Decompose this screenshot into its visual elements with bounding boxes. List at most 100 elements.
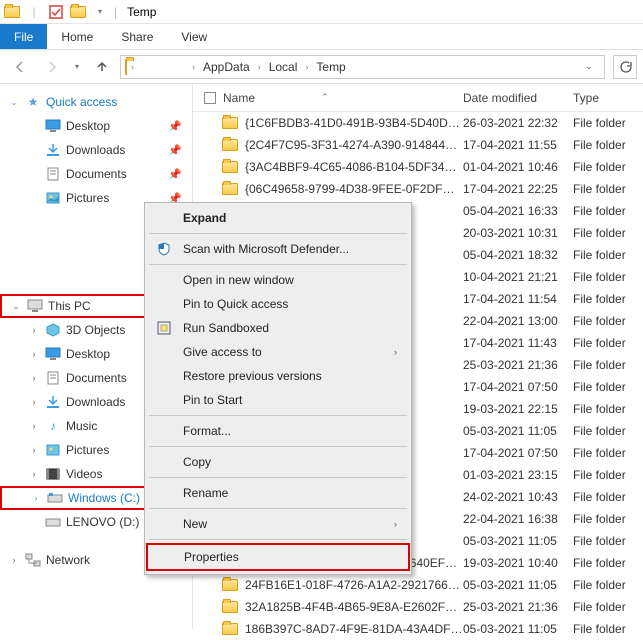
file-type: File folder	[573, 446, 643, 460]
chevron-right-icon[interactable]: ›	[28, 373, 40, 383]
window-title: Temp	[127, 5, 156, 19]
chevron-right-icon[interactable]: ›	[258, 62, 261, 72]
breadcrumb-appdata[interactable]: AppData	[199, 60, 254, 74]
select-all-checkbox[interactable]	[199, 92, 221, 104]
file-date: 24-02-2021 10:43	[463, 490, 573, 504]
ctx-open-new-window[interactable]: Open in new window	[147, 268, 409, 292]
file-date: 25-03-2021 21:36	[463, 358, 573, 372]
column-headers: Name⌃ Date modified Type	[193, 84, 643, 112]
ctx-label: Open in new window	[183, 273, 294, 287]
file-date: 05-04-2021 18:32	[463, 248, 573, 262]
nav-quick-access[interactable]: ⌄ ★ Quick access	[0, 90, 192, 114]
file-date: 25-03-2021 21:36	[463, 600, 573, 614]
chevron-right-icon[interactable]: ›	[30, 493, 42, 503]
ctx-scan-defender[interactable]: Scan with Microsoft Defender...	[147, 237, 409, 261]
file-type: File folder	[573, 622, 643, 636]
chevron-right-icon[interactable]: ›	[28, 421, 40, 431]
file-row[interactable]: {06C49658-9799-4D38-9FEE-0F2DFC0B...17-0…	[193, 178, 643, 200]
ctx-restore-previous[interactable]: Restore previous versions	[147, 364, 409, 388]
folder-qat-icon[interactable]	[70, 4, 86, 20]
chevron-right-icon[interactable]: ›	[28, 349, 40, 359]
desktop-icon	[44, 117, 62, 135]
chevron-right-icon[interactable]: ›	[192, 62, 195, 72]
ctx-label: Restore previous versions	[183, 369, 322, 383]
file-date: 19-03-2021 22:15	[463, 402, 573, 416]
nav-up-button[interactable]	[88, 55, 116, 79]
chevron-right-icon: ›	[394, 347, 397, 357]
column-date[interactable]: Date modified	[463, 91, 573, 105]
documents-icon	[44, 165, 62, 183]
chevron-right-icon[interactable]: ›	[8, 555, 20, 565]
file-type: File folder	[573, 336, 643, 350]
chevron-right-icon[interactable]: ›	[28, 469, 40, 479]
chevron-right-icon[interactable]: ›	[28, 325, 40, 335]
ctx-pin-quick-access[interactable]: Pin to Quick access	[147, 292, 409, 316]
file-row[interactable]: 24FB16E1-018F-4726-A1A2-29217664E...05-0…	[193, 574, 643, 596]
ctx-new[interactable]: New›	[147, 512, 409, 536]
breadcrumb-temp[interactable]: Temp	[312, 60, 349, 74]
refresh-button[interactable]	[613, 55, 637, 79]
tab-file[interactable]: File	[0, 24, 47, 49]
file-date: 05-03-2021 11:05	[463, 622, 573, 636]
address-bar[interactable]: › › AppData › Local › Temp ⌄	[120, 55, 605, 79]
nav-label: Quick access	[46, 95, 192, 109]
ctx-label: Run Sandboxed	[183, 321, 269, 335]
nav-this-pc[interactable]: ⌄ This PC	[0, 294, 164, 318]
nav-downloads[interactable]: Downloads📌	[20, 138, 192, 162]
file-date: 17-04-2021 22:25	[463, 182, 573, 196]
chevron-down-icon[interactable]: ⌄	[10, 301, 22, 312]
folder-icon	[221, 579, 239, 591]
column-name[interactable]: Name⌃	[221, 91, 463, 105]
qat-separator: |	[26, 4, 42, 20]
properties-qat-icon[interactable]	[48, 4, 64, 20]
ctx-separator	[149, 477, 407, 478]
ctx-properties[interactable]: Properties	[148, 545, 408, 569]
tab-home[interactable]: Home	[47, 24, 107, 49]
file-name: {2C4F7C95-3F31-4274-A390-9148448A...	[245, 138, 463, 152]
ctx-expand[interactable]: Expand	[147, 206, 409, 230]
file-row[interactable]: {2C4F7C95-3F31-4274-A390-9148448A...17-0…	[193, 134, 643, 156]
ctx-format[interactable]: Format...	[147, 419, 409, 443]
file-type: File folder	[573, 512, 643, 526]
chevron-right-icon[interactable]: ›	[28, 397, 40, 407]
ctx-rename[interactable]: Rename	[147, 481, 409, 505]
star-icon: ★	[24, 93, 42, 111]
file-type: File folder	[573, 556, 643, 570]
chevron-right-icon[interactable]: ›	[131, 62, 134, 72]
file-row[interactable]: 32A1825B-4F4B-4B65-9E8A-E2602FCD...25-03…	[193, 596, 643, 618]
ctx-separator	[149, 508, 407, 509]
address-folder-icon	[125, 60, 127, 74]
chevron-right-icon[interactable]: ›	[305, 62, 308, 72]
file-type: File folder	[573, 358, 643, 372]
pin-icon: 📌	[168, 120, 182, 133]
nav-recent-button[interactable]: ▾	[70, 55, 84, 79]
nav-documents[interactable]: Documents📌	[20, 162, 192, 186]
chevron-down-icon[interactable]: ⌄	[8, 97, 20, 108]
file-name: 186B397C-8AD7-4F9E-81DA-43A4DFD1...	[245, 622, 463, 636]
breadcrumb-local[interactable]: Local	[265, 60, 302, 74]
chevron-right-icon[interactable]: ›	[28, 445, 40, 455]
nav-desktop[interactable]: Desktop📌	[20, 114, 192, 138]
ctx-run-sandboxed[interactable]: Run Sandboxed	[147, 316, 409, 340]
ctx-pin-start[interactable]: Pin to Start	[147, 388, 409, 412]
pictures-icon	[44, 189, 62, 207]
file-row[interactable]: {3AC4BBF9-4C65-4086-B104-5DF3482...01-04…	[193, 156, 643, 178]
nav-back-button[interactable]	[6, 55, 34, 79]
file-date: 05-03-2021 11:05	[463, 578, 573, 592]
qat-divider: |	[114, 5, 117, 19]
tab-share[interactable]: Share	[107, 24, 167, 49]
address-dropdown-icon[interactable]: ⌄	[578, 56, 600, 78]
qat-dropdown-icon[interactable]: ▾	[92, 4, 108, 20]
file-row[interactable]: 186B397C-8AD7-4F9E-81DA-43A4DFD1...05-03…	[193, 618, 643, 640]
file-row[interactable]: {1C6FBDB3-41D0-491B-93B4-5D40D15...26-03…	[193, 112, 643, 134]
music-icon: ♪	[44, 417, 62, 435]
sort-asc-icon: ⌃	[321, 92, 329, 103]
ctx-copy[interactable]: Copy	[147, 450, 409, 474]
ctx-give-access-to[interactable]: Give access to›	[147, 340, 409, 364]
computer-icon	[26, 297, 44, 315]
ctx-label: Scan with Microsoft Defender...	[183, 242, 349, 256]
file-name: {06C49658-9799-4D38-9FEE-0F2DFC0B...	[245, 182, 463, 196]
column-type[interactable]: Type	[573, 91, 633, 105]
tab-view[interactable]: View	[167, 24, 221, 49]
nav-forward-button[interactable]	[38, 55, 66, 79]
